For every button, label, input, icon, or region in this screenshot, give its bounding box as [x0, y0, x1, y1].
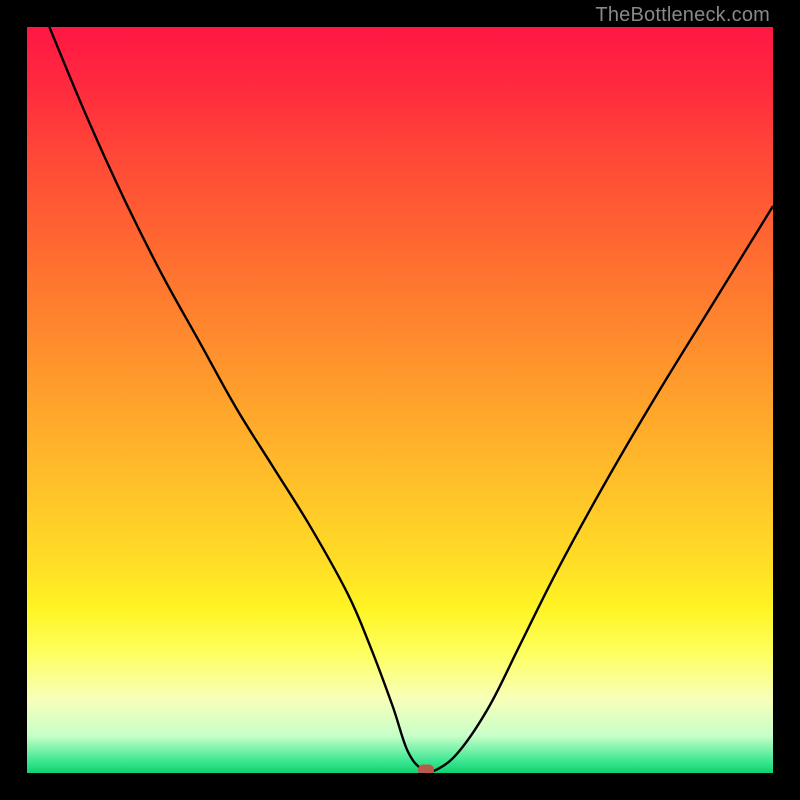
chart-frame: TheBottleneck.com [0, 0, 800, 800]
watermark-text: TheBottleneck.com [595, 4, 770, 27]
plot-area [27, 27, 773, 773]
bottleneck-curve [27, 27, 773, 773]
optimal-point-marker [418, 765, 434, 773]
